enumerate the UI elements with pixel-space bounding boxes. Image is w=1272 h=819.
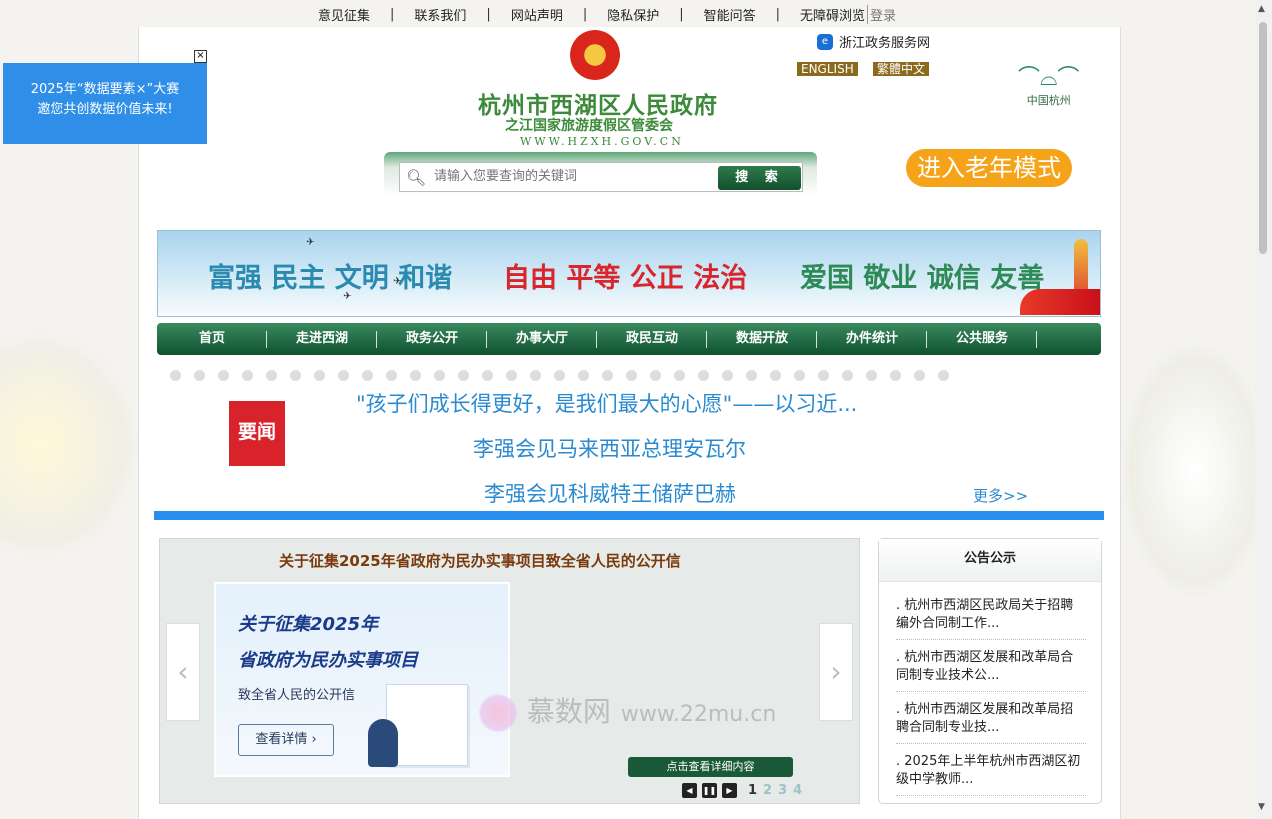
zhejiang-service-icon: e <box>817 33 833 50</box>
separator: | <box>679 7 684 22</box>
headline-news-tag: 要闻 <box>229 401 285 466</box>
separator: | <box>390 7 395 22</box>
headline-news-item[interactable]: "孩子们成长得更好，是我们最大的心愿"——以习近... <box>356 388 857 418</box>
scrollbar-thumb[interactable] <box>1259 22 1267 254</box>
slider-page-4[interactable]: 4 <box>793 783 802 798</box>
watermark: 慕数网 www.22mu.cn <box>478 690 776 733</box>
zhejiang-service-link[interactable]: e 浙江政务服务网 <box>817 32 930 51</box>
top-link-qa[interactable]: 智能问答 <box>704 5 756 24</box>
elder-mode-button[interactable]: 进入老年模式 <box>906 149 1072 187</box>
top-link-privacy[interactable]: 隐私保护 <box>607 5 659 24</box>
slider-page-2[interactable]: 2 <box>763 783 772 798</box>
chevron-right-icon: › <box>311 732 317 747</box>
slider-next-icon[interactable]: ▶ <box>722 783 737 798</box>
blue-divider <box>154 511 1104 520</box>
slide-view-details-button[interactable]: 查看详情 › <box>238 724 334 756</box>
slider-detail-button[interactable]: 点击查看详细内容 <box>628 757 793 777</box>
slider-prev-icon[interactable]: ◀ <box>682 783 697 798</box>
nav-item-interaction[interactable]: 政民互动 <box>597 323 707 355</box>
search-icon: 🔍︎ <box>406 168 427 187</box>
slide-subheading: 致全省人民的公开信 <box>238 688 356 703</box>
ad-line-1: 2025年“数据要素×”大赛 <box>30 82 180 97</box>
slider-page-3[interactable]: 3 <box>778 783 787 798</box>
notice-item[interactable]: . 杭州市西湖区民政局关于招聘编外合同制工作... <box>896 597 1086 640</box>
search-input[interactable] <box>432 168 716 185</box>
nav-item-open-gov[interactable]: 政务公开 <box>377 323 487 355</box>
login-link[interactable]: 登录 <box>867 5 896 24</box>
slider-page-1[interactable]: 1 <box>748 783 757 798</box>
watermark-url: www.22mu.cn <box>620 702 777 727</box>
news-more-link[interactable]: 更多>> <box>973 485 1028 506</box>
notice-item[interactable]: . 杭州市西湖区发展和改革局招聘合同制专业技... <box>896 701 1086 744</box>
separator: | <box>775 7 781 22</box>
banner-values-1: 富强 民主 文明 和谐 <box>208 263 453 294</box>
hangzhou-logo-icon: ⌒⌓⌒ <box>1018 66 1080 91</box>
slider-controls: ◀ ❚❚ ▶ 1 2 3 4 <box>682 783 802 798</box>
slider-prev-arrow-icon[interactable]: ‹ <box>166 623 200 721</box>
slide-heading-line-1: 关于征集2025年 <box>238 614 379 635</box>
lang-english-button[interactable]: ENGLISH <box>797 62 858 76</box>
floating-ad[interactable]: 2025年“数据要素×”大赛 邀您共创数据价值未来! <box>3 63 207 144</box>
notice-item[interactable]: . 2025年上半年杭州市西湖区初级中学教师... <box>896 753 1086 796</box>
separator: | <box>582 7 588 22</box>
lang-traditional-button[interactable]: 繁體中文 <box>873 62 930 76</box>
nav-item-about[interactable]: 走进西湖 <box>267 323 377 355</box>
top-utility-bar: 意见征集 | 联系我们 | 网站声明 | 隐私保护 | 智能问答 | 无障碍浏览… <box>0 0 1255 28</box>
document-illustration-icon <box>386 684 468 766</box>
separator: | <box>486 7 491 22</box>
site-subtitle: 之江国家旅游度假区管委会 <box>505 118 673 134</box>
slide-heading-line-2: 省政府为民办实事项目 <box>238 650 418 671</box>
slider-title[interactable]: 关于征集2025年省政府为民办实事项目致全省人民的公开信 <box>279 550 681 571</box>
slider-next-arrow-icon[interactable]: › <box>819 623 853 721</box>
site-url: WWW.HZXH.GOV.CN <box>520 135 684 148</box>
slide-image[interactable]: 关于征集2025年 省政府为民办实事项目 致全省人民的公开信 查看详情 › <box>214 582 510 777</box>
slider-pause-icon[interactable]: ❚❚ <box>702 783 717 798</box>
core-values-banner: ✈ ✈ ✈ 富强 民主 文明 和谐 自由 平等 公正 法治 爱国 敬业 诚信 友… <box>157 230 1101 317</box>
background-flower-right <box>1120 340 1270 600</box>
headline-news-item[interactable]: 李强会见马来西亚总理安瓦尔 <box>473 433 746 463</box>
national-emblem-icon <box>570 30 620 80</box>
search-button[interactable]: 搜 索 <box>718 166 801 190</box>
main-nav: 首页 走进西湖 政务公开 办事大厅 政民互动 数据开放 办件统计 公共服务 <box>157 323 1101 355</box>
bird-icon: ✈ <box>306 237 315 248</box>
banner-values-2: 自由 平等 公正 法治 <box>503 263 748 294</box>
watermark-name: 慕数网 <box>526 695 611 728</box>
search-box: 🔍︎ 搜 索 <box>399 162 803 192</box>
red-ribbon-icon <box>1020 289 1100 315</box>
nav-item-home[interactable]: 首页 <box>157 323 267 355</box>
top-link-contact[interactable]: 联系我们 <box>414 5 466 24</box>
ad-close-icon[interactable]: × <box>194 50 207 63</box>
nav-item-service-hall[interactable]: 办事大厅 <box>487 323 597 355</box>
top-links: 意见征集 | 联系我们 | 网站声明 | 隐私保护 | 智能问答 | 无障碍浏览… <box>318 5 896 24</box>
top-link-accessibility[interactable]: 无障碍浏览 <box>800 5 865 24</box>
notice-title: 公告公示 <box>879 539 1101 582</box>
banner-values-3: 爱国 敬业 诚信 友善 <box>800 263 1045 294</box>
nav-item-public-service[interactable]: 公共服务 <box>927 323 1037 355</box>
page-scrollbar[interactable]: ▲ ▼ <box>1255 0 1272 819</box>
notice-item[interactable]: . 杭州市西湖区发展和改革局合同制专业技术公... <box>896 649 1086 692</box>
hangzhou-logo[interactable]: ⌒⌓⌒ 中国杭州 <box>1018 66 1079 108</box>
slide-view-details-label: 查看详情 <box>255 732 308 747</box>
tree-illustration-icon <box>368 719 398 767</box>
nav-item-open-data[interactable]: 数据开放 <box>707 323 817 355</box>
scroll-up-icon[interactable]: ▲ <box>1258 4 1265 14</box>
ad-line-2: 邀您共创数据价值未来! <box>37 102 173 117</box>
notice-panel: 公告公示 . 杭州市西湖区民政局关于招聘编外合同制工作... . 杭州市西湖区发… <box>878 538 1102 804</box>
top-link-feedback[interactable]: 意见征集 <box>318 5 370 24</box>
hangzhou-logo-text: 中国杭州 <box>1026 94 1071 107</box>
nav-item-statistics[interactable]: 办件统计 <box>817 323 927 355</box>
headline-news-item[interactable]: 李强会见科威特王储萨巴赫 <box>484 478 736 508</box>
scroll-down-icon[interactable]: ▼ <box>1258 802 1265 812</box>
background-flower-left <box>0 330 140 560</box>
top-link-statement[interactable]: 网站声明 <box>511 5 563 24</box>
watermark-logo-icon <box>478 693 518 733</box>
decorative-dot-row <box>170 370 962 381</box>
zhejiang-service-label: 浙江政务服务网 <box>839 36 931 51</box>
